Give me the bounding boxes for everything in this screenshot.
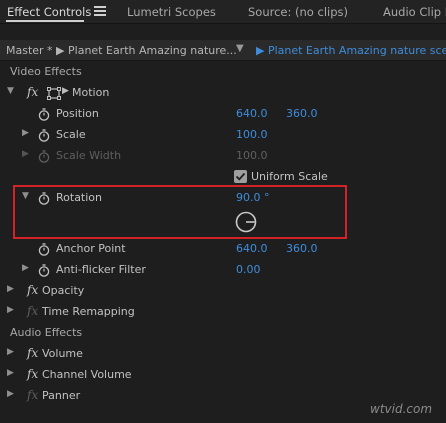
rotation-value[interactable]: 90.0 ° (236, 191, 270, 204)
menu-icon[interactable] (94, 6, 106, 16)
tab-audio-clip-mixer[interactable]: Audio Clip M (383, 5, 446, 19)
stopwatch-icon[interactable] (38, 243, 50, 256)
scale-value[interactable]: 100.0 (236, 128, 268, 141)
chevron-right-icon: ▶ (22, 149, 29, 159)
uniform-scale-checkbox[interactable] (234, 170, 247, 183)
position-x-value[interactable]: 640.0 (236, 107, 268, 120)
chevron-down-icon[interactable]: ▼ (22, 191, 29, 201)
anti-flicker-label: Anti-flicker Filter (56, 263, 146, 276)
rotation-dial-icon[interactable] (234, 210, 258, 234)
chevron-down-icon[interactable]: ▼ (236, 43, 244, 54)
stopwatch-icon[interactable] (38, 192, 50, 205)
tab-lumetri-scopes[interactable]: Lumetri Scopes (127, 5, 216, 19)
position-label: Position (56, 107, 99, 120)
clip-header: Master * ▶ Planet Earth Amazing nature..… (0, 40, 446, 61)
watermark: wtvid.com (370, 402, 433, 416)
anchor-point-x-value[interactable]: 640.0 (236, 242, 268, 255)
chevron-right-icon[interactable]: ▶ (22, 263, 29, 273)
chevron-down-icon[interactable]: ▼ (7, 86, 14, 96)
panel-tab-bar: Effect Controls Lumetri Scopes Source: (… (0, 0, 446, 24)
fx-toggle: fx (27, 304, 39, 318)
active-tab-indicator (6, 20, 84, 22)
tab-effect-controls[interactable]: Effect Controls (7, 5, 91, 19)
chevron-right-icon[interactable]: ▶ (7, 389, 14, 399)
anchor-point-label: Anchor Point (56, 242, 126, 255)
scale-label: Scale (56, 128, 86, 141)
scale-width-value: 100.0 (236, 149, 268, 162)
tab-source[interactable]: Source: (no clips) (248, 5, 348, 19)
anti-flicker-value[interactable]: 0.00 (236, 263, 261, 276)
fx-toggle: fx (27, 388, 39, 402)
scale-width-label: Scale Width (56, 149, 122, 162)
chevron-right-icon[interactable]: ▶ (7, 284, 14, 294)
motion-arrow-icon: ▶ (62, 86, 69, 96)
sequence-clip-link[interactable]: ▶ Planet Earth Amazing nature scene (256, 44, 446, 57)
fx-toggle[interactable]: fx (27, 283, 38, 297)
stopwatch-icon[interactable] (38, 108, 50, 121)
fx-toggle[interactable]: fx (27, 85, 38, 99)
checkbox-check-icon (235, 172, 246, 181)
video-effects-header: Video Effects (0, 62, 446, 83)
opacity-label: Opacity (42, 284, 85, 297)
property-row-anti-flicker: ▶ Anti-flicker Filter 0.00 (0, 260, 446, 281)
chevron-right-icon[interactable]: ▶ (22, 128, 29, 138)
rotation-label: Rotation (56, 191, 103, 204)
property-row-scale: ▶ Scale 100.0 (0, 125, 446, 146)
stopwatch-icon (38, 150, 50, 163)
effect-row-time-remapping[interactable]: ▶ fx Time Remapping (0, 302, 446, 323)
channel-volume-label: Channel Volume (42, 368, 132, 381)
fx-toggle[interactable]: fx (27, 367, 38, 381)
volume-label: Volume (42, 347, 83, 360)
position-y-value[interactable]: 360.0 (286, 107, 318, 120)
uniform-scale-label: Uniform Scale (251, 170, 328, 183)
video-effects-label: Video Effects (10, 65, 82, 78)
property-row-position: Position 640.0 360.0 (0, 104, 446, 125)
time-remapping-label: Time Remapping (42, 305, 135, 318)
effect-row-motion[interactable]: ▼ fx ▶ Motion (0, 83, 446, 104)
stopwatch-icon[interactable] (38, 264, 50, 277)
chevron-right-icon[interactable]: ▶ (7, 305, 14, 315)
effect-row-channel-volume[interactable]: ▶ fx Channel Volume (0, 365, 446, 386)
audio-effects-header: Audio Effects (0, 323, 446, 344)
effect-row-volume[interactable]: ▶ fx Volume (0, 344, 446, 365)
motion-label: Motion (72, 86, 110, 99)
stopwatch-icon[interactable] (38, 129, 50, 142)
effect-row-opacity[interactable]: ▶ fx Opacity (0, 281, 446, 302)
transform-icon[interactable] (47, 87, 61, 100)
audio-effects-label: Audio Effects (10, 326, 83, 339)
property-row-rotation: ▼ Rotation 90.0 ° (0, 188, 446, 209)
fx-toggle[interactable]: fx (27, 346, 38, 360)
anchor-point-y-value[interactable]: 360.0 (286, 242, 318, 255)
property-row-anchor-point: Anchor Point 640.0 360.0 (0, 239, 446, 260)
panner-label: Panner (42, 389, 81, 402)
chevron-right-icon[interactable]: ▶ (7, 347, 14, 357)
master-clip-selector[interactable]: Master * ▶ Planet Earth Amazing nature..… (6, 44, 237, 57)
chevron-right-icon[interactable]: ▶ (7, 368, 14, 378)
property-row-scale-width: ▶ Scale Width 100.0 (0, 146, 446, 167)
